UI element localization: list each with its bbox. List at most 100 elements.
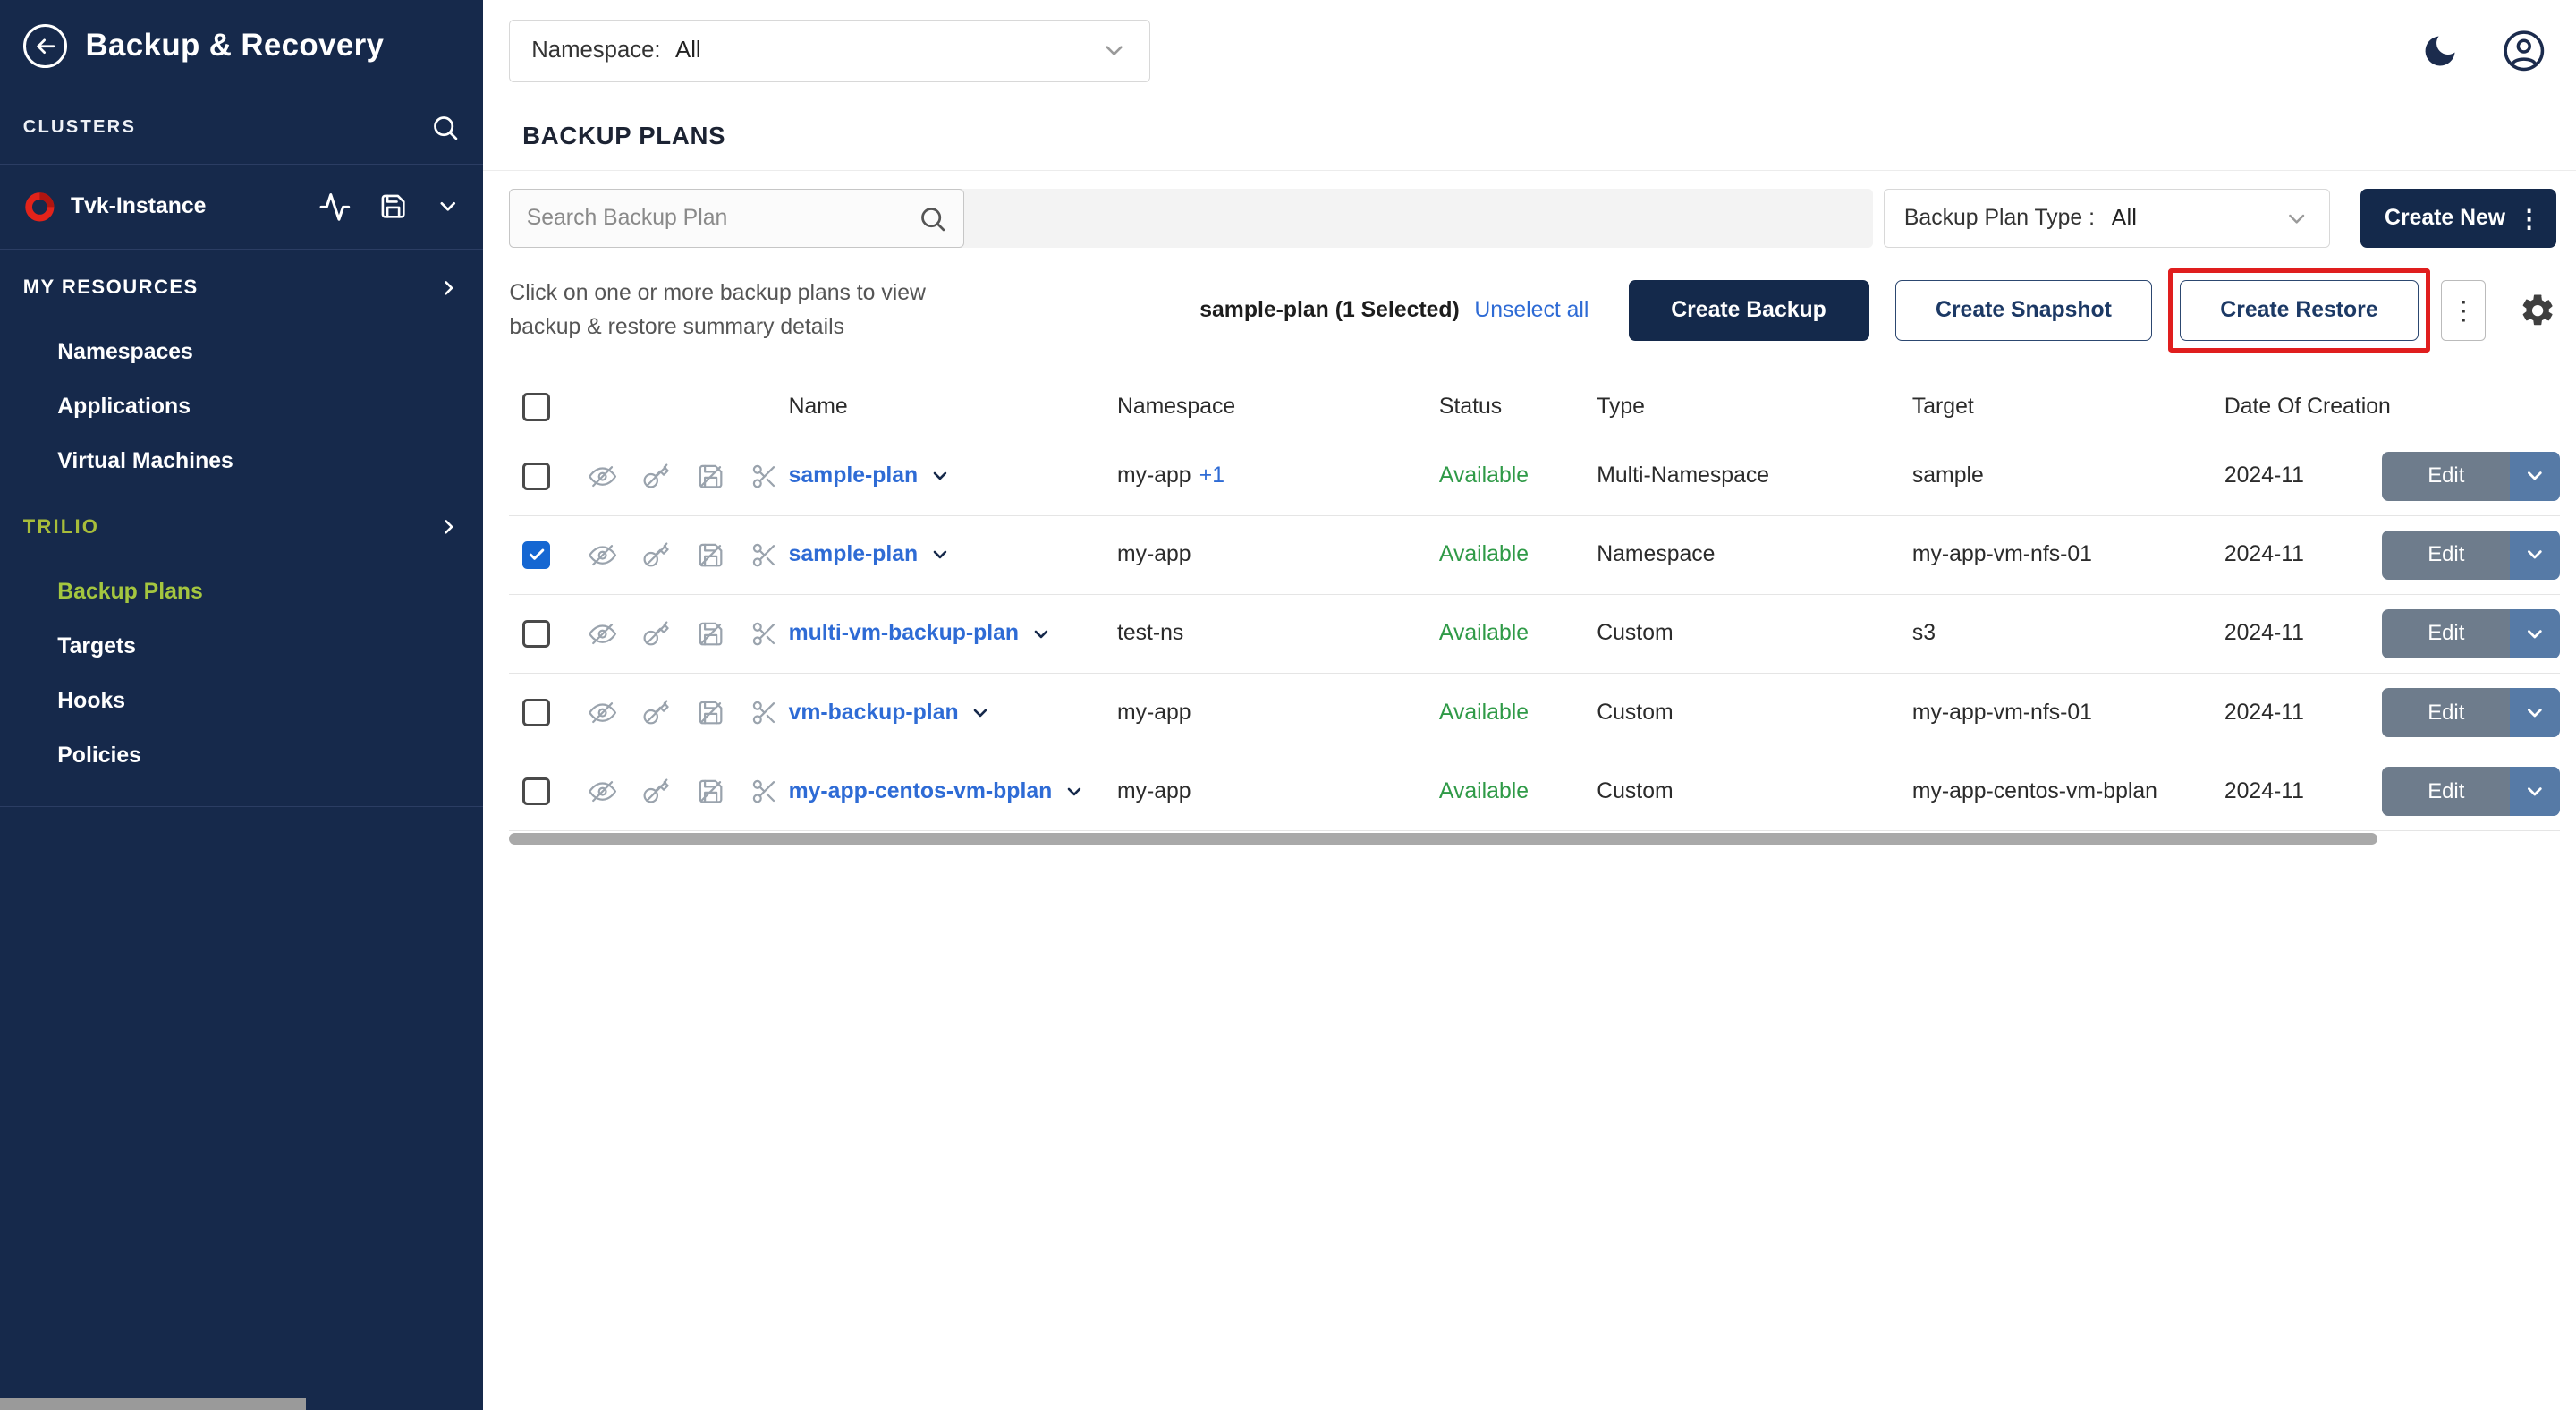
edit-button[interactable]: Edit (2382, 609, 2510, 658)
edit-button[interactable]: Edit (2382, 531, 2510, 580)
plan-name-link[interactable]: vm-backup-plan (789, 701, 992, 726)
namespace-text: my-app (1117, 779, 1191, 804)
edit-dropdown-button[interactable] (2510, 531, 2559, 580)
unselect-all-link[interactable]: Unselect all (1474, 298, 1589, 323)
my-resources-label: MY RESOURCES (23, 276, 199, 299)
more-options-button[interactable]: ⋮ (2441, 280, 2486, 341)
row-checkbox[interactable] (522, 699, 550, 726)
scissors-off-icon (750, 699, 778, 726)
key-off-icon (642, 699, 670, 726)
backup-plans-table: Name Namespace Status Type Target Date O… (483, 378, 2576, 831)
dark-mode-moon-icon[interactable] (2420, 31, 2460, 71)
cluster-instance-row[interactable]: Tvk-Instance (0, 165, 483, 251)
edit-button[interactable]: Edit (2382, 452, 2510, 501)
column-header-type: Type (1597, 395, 1912, 420)
instance-name: Tvk-Instance (71, 194, 207, 219)
kebab-icon: ⋮ (2517, 207, 2542, 232)
namespace-extra-link[interactable]: +1 (1199, 463, 1224, 488)
page-heading: BACKUP PLANS (483, 102, 2576, 171)
table-row[interactable]: vm-backup-plan my-app Available Custom m… (509, 674, 2559, 752)
trilio-logo (23, 191, 56, 224)
edit-button[interactable]: Edit (2382, 767, 2510, 816)
search-icon[interactable] (430, 113, 460, 142)
table-row[interactable]: multi-vm-backup-plan test-ns Available C… (509, 595, 2559, 674)
plan-name-text: my-app-centos-vm-bplan (789, 779, 1053, 804)
key-off-icon (642, 777, 670, 805)
scissors-off-icon (750, 463, 778, 490)
edit-dropdown-button[interactable] (2510, 688, 2559, 737)
sidebar-item-targets[interactable]: Targets (0, 619, 483, 674)
status-badge: Available (1439, 542, 1529, 567)
plan-name-text: sample-plan (789, 542, 919, 567)
row-checkbox[interactable] (522, 777, 550, 805)
namespace-text: my-app (1117, 463, 1191, 488)
edit-dropdown-button[interactable] (2510, 452, 2559, 501)
row-checkbox[interactable] (522, 541, 550, 569)
row-checkbox[interactable] (522, 463, 550, 490)
status-badge: Available (1439, 701, 1529, 726)
edit-button-group: Edit (2382, 767, 2559, 816)
sidebar-item-hooks[interactable]: Hooks (0, 674, 483, 728)
edit-button-group: Edit (2382, 452, 2559, 501)
edit-button-group: Edit (2382, 531, 2559, 580)
search-icon[interactable] (918, 204, 947, 234)
type-text: Multi-Namespace (1597, 463, 1912, 488)
user-account-icon[interactable] (2502, 29, 2546, 73)
create-new-label: Create New (2385, 206, 2505, 231)
back-button[interactable] (23, 24, 68, 69)
activity-icon[interactable] (318, 191, 352, 224)
chevron-down-icon (2523, 701, 2546, 725)
chevron-down-icon (1063, 781, 1085, 803)
row-checkbox[interactable] (522, 620, 550, 648)
column-header-status: Status (1439, 395, 1597, 420)
sidebar-item-applications[interactable]: Applications (0, 380, 483, 435)
create-backup-button[interactable]: Create Backup (1629, 280, 1869, 341)
key-off-icon (642, 620, 670, 648)
sidebar: Backup & Recovery CLUSTERS Tvk-Instance … (0, 0, 483, 1410)
edit-dropdown-button[interactable] (2510, 609, 2559, 658)
create-new-button[interactable]: Create New ⋮ (2360, 189, 2556, 248)
key-off-icon (642, 463, 670, 490)
topbar: Namespace: All (483, 0, 2576, 102)
namespace-dropdown-value: All (675, 38, 701, 64)
sidebar-item-policies[interactable]: Policies (0, 728, 483, 783)
type-filter-label: Backup Plan Type : (1904, 206, 2095, 231)
trilio-section[interactable]: TRILIO (0, 489, 483, 565)
type-text: Custom (1597, 779, 1912, 804)
my-resources-section[interactable]: MY RESOURCES (0, 250, 483, 325)
plan-name-link[interactable]: my-app-centos-vm-bplan (789, 779, 1085, 804)
plan-name-link[interactable]: multi-vm-backup-plan (789, 621, 1052, 646)
search-input[interactable] (527, 206, 918, 231)
table-row[interactable]: sample-plan my-app Available Namespace m… (509, 516, 2559, 595)
save-icon[interactable] (379, 192, 407, 220)
selection-summary: sample-plan (1 Selected) (1199, 298, 1460, 323)
type-text: Namespace (1597, 542, 1912, 567)
scissors-off-icon (750, 777, 778, 805)
page-title: BACKUP PLANS (522, 122, 725, 150)
edit-button[interactable]: Edit (2382, 688, 2510, 737)
date-text: 2024-11 (2224, 701, 2382, 726)
table-row[interactable]: sample-plan my-app +1 Available Multi-Na… (509, 437, 2559, 516)
type-text: Custom (1597, 701, 1912, 726)
select-all-checkbox[interactable] (522, 393, 550, 420)
sidebar-item-namespaces[interactable]: Namespaces (0, 326, 483, 380)
settings-button[interactable] (2519, 292, 2556, 329)
plan-name-text: sample-plan (789, 463, 919, 488)
namespace-text: my-app (1117, 542, 1191, 567)
column-header-namespace: Namespace (1117, 395, 1439, 420)
edit-dropdown-button[interactable] (2510, 767, 2559, 816)
table-horizontal-scrollbar[interactable] (509, 833, 2377, 845)
chevron-down-icon[interactable] (436, 194, 461, 219)
sidebar-scrollbar[interactable] (0, 1398, 306, 1410)
plan-name-link[interactable]: sample-plan (789, 542, 951, 567)
plan-name-link[interactable]: sample-plan (789, 463, 951, 488)
table-row[interactable]: my-app-centos-vm-bplan my-app Available … (509, 752, 2559, 831)
main-content: Namespace: All BACKUP PLANS Backup P (483, 0, 2576, 1410)
backup-plan-type-dropdown[interactable]: Backup Plan Type : All (1884, 189, 2331, 248)
sidebar-item-backup-plans[interactable]: Backup Plans (0, 565, 483, 619)
namespace-dropdown[interactable]: Namespace: All (509, 20, 1149, 82)
create-snapshot-button[interactable]: Create Snapshot (1895, 280, 2152, 341)
chevron-down-icon (2523, 780, 2546, 803)
create-restore-button[interactable]: Create Restore (2180, 280, 2418, 341)
sidebar-item-virtual-machines[interactable]: Virtual Machines (0, 435, 483, 489)
